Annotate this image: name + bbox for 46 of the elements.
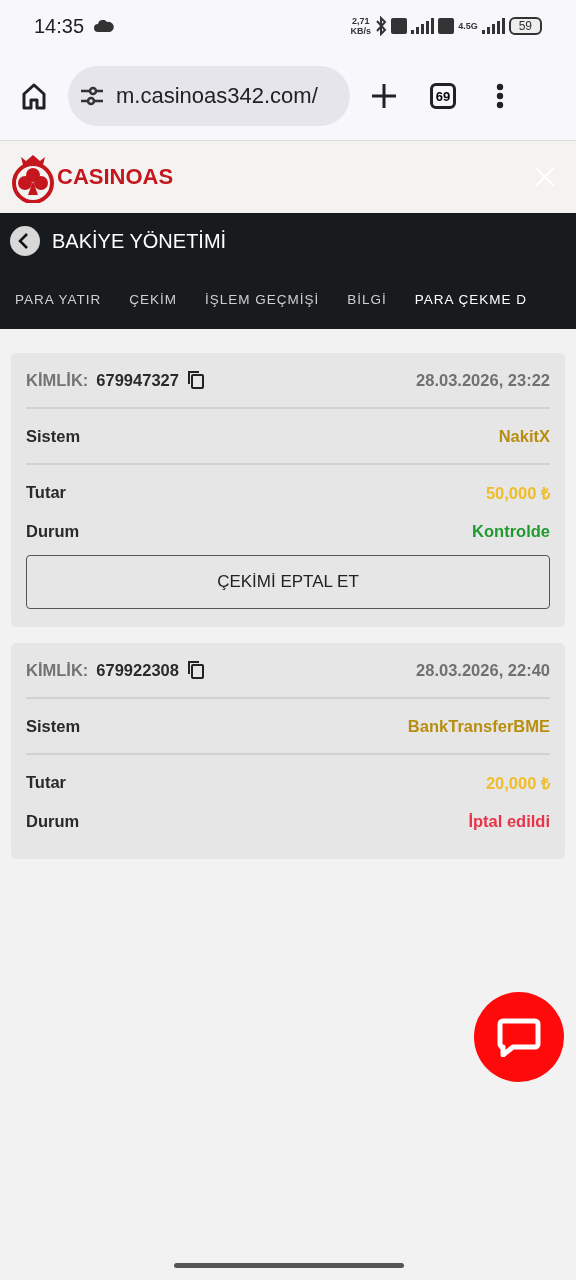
menu-icon[interactable] bbox=[496, 83, 504, 109]
tab[interactable]: BİLGİ bbox=[347, 291, 387, 307]
signal-icon bbox=[411, 18, 435, 34]
id-value: 679922308 bbox=[96, 660, 179, 680]
date-time: 28.03.2026, 22:40 bbox=[416, 660, 550, 680]
page-title: BAKİYE YÖNETİMİ bbox=[52, 229, 227, 253]
speed-unit: KB/s bbox=[350, 26, 372, 36]
field-label: Tutar bbox=[26, 482, 67, 502]
tab[interactable]: İŞLEM GEÇMİŞİ bbox=[205, 291, 320, 307]
signal-icon bbox=[481, 18, 505, 34]
copy-icon[interactable] bbox=[186, 660, 205, 680]
address-bar[interactable]: m.casinoas342.com/ bbox=[68, 66, 350, 126]
battery-icon: 59 bbox=[508, 17, 542, 35]
payment-system: NakitX bbox=[498, 426, 550, 446]
status-text: İptal edildi bbox=[468, 811, 550, 831]
payment-system: BankTransferBME bbox=[407, 716, 550, 736]
id-label: KİMLİK: bbox=[26, 370, 89, 390]
tab[interactable]: PARA ÇEKME D bbox=[414, 291, 528, 307]
field-label: Durum bbox=[26, 811, 80, 831]
amount: 20,000 ₺ bbox=[485, 772, 550, 794]
id-label: KİMLİK: bbox=[26, 660, 89, 680]
cancel-withdrawal-button[interactable]: ÇEKİMİ EPTAL ET bbox=[26, 555, 550, 609]
tab[interactable]: ÇEKİM bbox=[129, 291, 178, 307]
field-label: Sistem bbox=[26, 716, 81, 736]
tab[interactable]: PARA YATIR bbox=[15, 291, 102, 307]
clock: 14:35 bbox=[34, 14, 85, 38]
field-label: Sistem bbox=[26, 426, 81, 446]
bluetooth-icon bbox=[375, 16, 388, 36]
url-text: m.casinoas342.com/ bbox=[116, 83, 318, 109]
id-value: 679947327 bbox=[96, 370, 179, 390]
cloud-icon bbox=[94, 20, 115, 32]
chat-icon bbox=[497, 1017, 541, 1057]
back-icon[interactable] bbox=[10, 226, 40, 256]
plus-icon[interactable] bbox=[370, 82, 398, 110]
field-label: Durum bbox=[26, 521, 80, 541]
network-speed: 2,71 bbox=[352, 16, 370, 26]
logo-text: CASINOAS bbox=[57, 164, 174, 190]
status-text: Kontrolde bbox=[472, 521, 550, 541]
tab-count-button[interactable]: 69 bbox=[430, 83, 456, 109]
network-type: 4.5G bbox=[458, 21, 478, 31]
amount: 50,000 ₺ bbox=[485, 482, 550, 504]
site-settings-icon bbox=[80, 86, 104, 106]
field-label: Tutar bbox=[26, 772, 67, 792]
date-time: 28.03.2026, 23:22 bbox=[416, 370, 550, 390]
home-icon[interactable] bbox=[20, 82, 48, 110]
copy-icon[interactable] bbox=[186, 370, 205, 390]
